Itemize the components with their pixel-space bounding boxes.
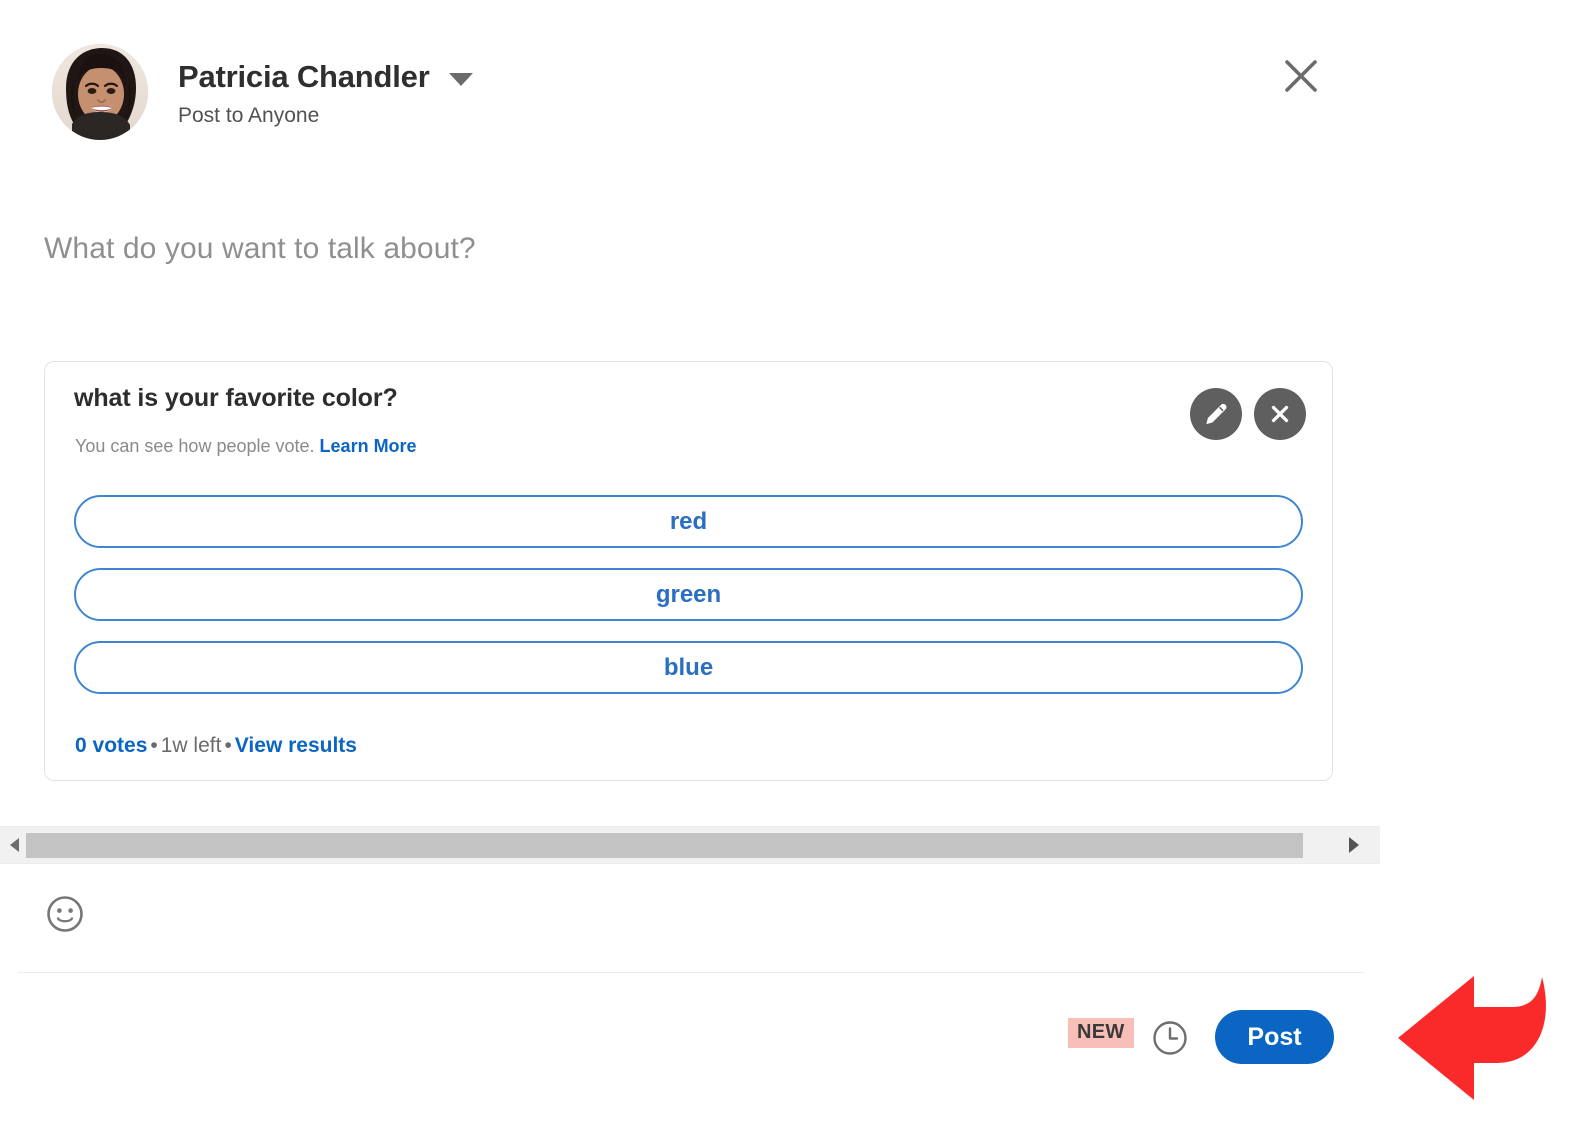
post-visibility-label[interactable]: Post to Anyone — [178, 103, 473, 128]
poll-footer: 0 votes • 1w left • View results — [75, 734, 357, 758]
poll-subtext-prefix: You can see how people vote. — [75, 436, 315, 456]
poll-option-label: green — [655, 580, 722, 608]
poll-footer-separator-2: • — [224, 734, 232, 757]
remove-poll-button[interactable] — [1254, 388, 1306, 440]
poll-card: what is your favorite color? You can see… — [44, 361, 1333, 781]
poll-action-buttons — [1190, 388, 1306, 440]
pencil-icon — [1206, 403, 1227, 425]
post-text-input[interactable]: What do you want to talk about? — [44, 232, 476, 266]
poll-option[interactable]: red — [74, 495, 1303, 548]
poll-question: what is your favorite color? — [74, 384, 398, 412]
poll-footer-separator-1: • — [150, 734, 158, 757]
avatar[interactable] — [52, 44, 148, 140]
close-button[interactable] — [1277, 52, 1325, 100]
poll-option[interactable]: green — [74, 568, 1303, 621]
editor-toolbar — [44, 893, 86, 935]
poll-option-label: blue — [663, 653, 714, 681]
new-badge: NEW — [1068, 1018, 1134, 1048]
emoji-smiley-icon[interactable] — [44, 893, 86, 935]
scrollbar-thumb[interactable] — [26, 833, 1303, 858]
post-composer-dialog: Patricia Chandler Post to Anyone What do… — [0, 0, 1380, 1139]
poll-option-label: red — [669, 507, 708, 535]
post-button[interactable]: Post — [1215, 1010, 1334, 1064]
author-selector[interactable]: Patricia Chandler — [178, 59, 473, 94]
learn-more-link[interactable]: Learn More — [320, 436, 417, 456]
poll-subtext: You can see how people vote. Learn More — [75, 436, 417, 457]
scroll-left-button[interactable] — [2, 827, 26, 863]
scroll-right-button[interactable] — [1342, 827, 1366, 863]
toolbar-divider — [18, 972, 1365, 973]
identity-block: Patricia Chandler Post to Anyone — [178, 44, 473, 128]
triangle-right-icon — [1349, 837, 1359, 853]
close-circle-icon — [1271, 405, 1289, 423]
clock-icon[interactable] — [1150, 1018, 1190, 1058]
horizontal-scrollbar[interactable] — [0, 826, 1380, 864]
view-results-link[interactable]: View results — [235, 734, 357, 757]
triangle-left-icon — [9, 838, 19, 852]
poll-options-list: red green blue — [74, 495, 1303, 694]
poll-vote-count[interactable]: 0 votes — [75, 734, 147, 757]
user-avatar-photo — [52, 44, 148, 140]
poll-option[interactable]: blue — [74, 641, 1303, 694]
user-name: Patricia Chandler — [178, 59, 430, 94]
chevron-down-icon[interactable] — [448, 72, 473, 86]
close-icon — [1285, 60, 1317, 92]
poll-time-left: 1w left — [160, 734, 222, 757]
edit-poll-button[interactable] — [1190, 388, 1242, 440]
curved-arrow-left-icon — [1398, 976, 1546, 1100]
composer-header: Patricia Chandler Post to Anyone — [52, 44, 473, 140]
